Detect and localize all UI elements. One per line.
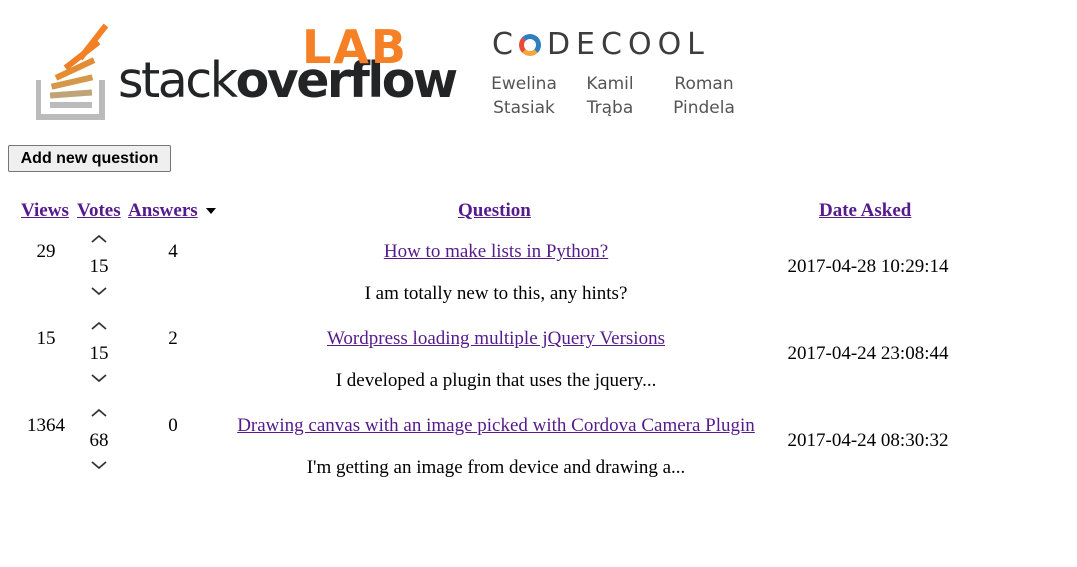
- author-last-name: Stasiak: [493, 98, 555, 118]
- column-header-votes[interactable]: Votes: [77, 200, 121, 222]
- column-header-date-asked[interactable]: Date Asked: [819, 200, 911, 222]
- question-title-link[interactable]: Wordpress loading multiple jQuery Versio…: [327, 328, 665, 349]
- date-asked: 2017-04-24 08:30:32: [787, 430, 949, 451]
- vote-count: 15: [89, 343, 109, 364]
- question-row: 1364 68 0 Drawing canvas with an image p…: [0, 405, 1077, 492]
- codecool-c: C: [492, 27, 519, 62]
- answers-count: 4: [168, 241, 178, 262]
- lab-label: LAB: [302, 20, 408, 74]
- upvote-chevron-up-icon[interactable]: [89, 405, 109, 419]
- column-header-question[interactable]: Question: [458, 200, 531, 222]
- caret-down-icon: [206, 208, 216, 214]
- upvote-chevron-up-icon[interactable]: [89, 318, 109, 332]
- views-count: 1364: [27, 415, 65, 436]
- upvote-chevron-up-icon[interactable]: [89, 231, 109, 245]
- question-row: 29 15 4 How to make lists in Python? I a…: [0, 231, 1077, 318]
- question-row: 15 15 2 Wordpress loading multiple jQuer…: [0, 318, 1077, 405]
- author-first-name: Kamil: [586, 74, 634, 94]
- question-description: I'm getting an image from device and dra…: [306, 457, 686, 478]
- codecool-rest: DECOOL: [546, 27, 710, 62]
- date-asked: 2017-04-24 23:08:44: [787, 343, 949, 364]
- add-new-question-button[interactable]: Add new question: [8, 145, 171, 172]
- date-asked: 2017-04-28 10:29:14: [787, 256, 949, 277]
- views-count: 29: [36, 241, 56, 262]
- author-3: Roman Pindela: [662, 72, 746, 120]
- vote-count: 68: [89, 430, 109, 451]
- downvote-chevron-down-icon[interactable]: [89, 372, 109, 386]
- vote-count: 15: [89, 256, 109, 277]
- column-header-views[interactable]: Views: [21, 200, 69, 222]
- codecool-wordmark: C DECOOL: [492, 30, 710, 60]
- question-title-link[interactable]: Drawing canvas with an image picked with…: [237, 415, 755, 436]
- views-count: 15: [36, 328, 56, 349]
- downvote-chevron-down-icon[interactable]: [89, 459, 109, 473]
- author-first-name: Roman: [674, 74, 734, 94]
- question-title-link[interactable]: How to make lists in Python?: [384, 241, 608, 262]
- author-last-name: Trąba: [586, 98, 634, 118]
- stackoverflow-logo-icon: [36, 23, 109, 120]
- column-header-answers[interactable]: Answers: [128, 200, 198, 222]
- author-last-name: Pindela: [673, 98, 735, 118]
- question-description: I am totally new to this, any hints?: [364, 283, 628, 304]
- site-logo: stackoverflow LAB C DECOOL Ewelina Stasia…: [0, 0, 760, 135]
- answers-count: 0: [168, 415, 178, 436]
- answers-count: 2: [168, 328, 178, 349]
- wordmark-stack: stack: [118, 52, 238, 109]
- downvote-chevron-down-icon[interactable]: [89, 285, 109, 299]
- question-description: I developed a plugin that uses the jquer…: [335, 370, 657, 391]
- codecool-o-icon: [518, 34, 541, 56]
- author-2: Kamil Trąba: [574, 72, 646, 120]
- question-title-cell: Wordpress loading multiple jQuery Versio…: [210, 328, 782, 350]
- question-title-cell: Drawing canvas with an image picked with…: [210, 415, 782, 437]
- author-1: Ewelina Stasiak: [486, 72, 562, 120]
- question-title-cell: How to make lists in Python?: [210, 241, 782, 263]
- author-first-name: Ewelina: [491, 74, 557, 94]
